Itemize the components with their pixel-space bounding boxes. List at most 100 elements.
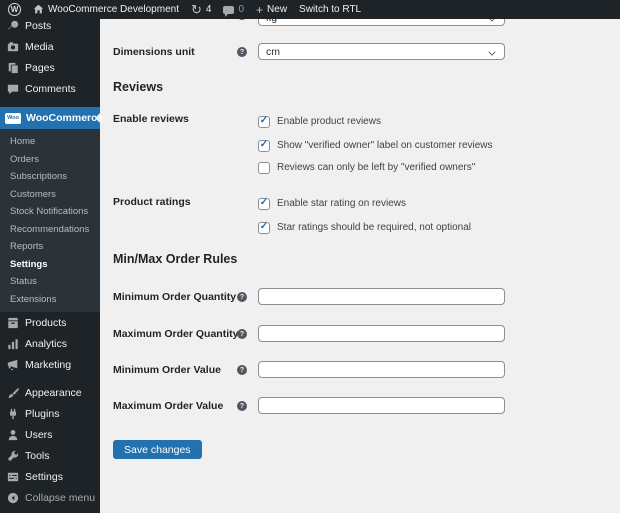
save-changes-button[interactable]: Save changes — [113, 440, 202, 459]
sidebar-item-label: Settings — [25, 471, 63, 483]
home-icon — [33, 4, 44, 15]
comments-count: 0 — [238, 4, 244, 15]
checkbox-label: Reviews can only be left by "verified ow… — [277, 162, 475, 173]
checkbox-icon[interactable] — [258, 140, 270, 152]
checkbox-icon[interactable] — [258, 162, 270, 174]
min-order-quantity-label: Minimum Order Quantity — [113, 291, 236, 303]
help-icon[interactable]: ? — [237, 47, 247, 57]
sidebar-subitem-home[interactable]: Home — [0, 133, 100, 151]
sidebar-item-label: Products — [25, 317, 66, 329]
dimensions-unit-value: cm — [266, 46, 280, 58]
woocommerce-submenu: Home Orders Subscriptions Customers Stoc… — [0, 129, 100, 312]
checkbox-icon[interactable] — [258, 198, 270, 210]
sidebar-item-appearance[interactable]: Appearance — [0, 382, 100, 403]
updates-indicator[interactable]: ↻ 4 — [191, 3, 211, 16]
help-icon[interactable]: ? — [237, 365, 247, 375]
sidebar-item-label: Tools — [25, 450, 50, 462]
chevron-down-icon — [488, 48, 495, 55]
min-order-value-label: Minimum Order Value — [113, 364, 221, 376]
sidebar-item-comments[interactable]: Comments — [0, 78, 100, 99]
dimensions-unit-label: Dimensions unit — [113, 46, 195, 58]
megaphone-icon — [6, 358, 19, 371]
help-icon[interactable]: ? — [237, 329, 247, 339]
sidebar-subitem-customers[interactable]: Customers — [0, 186, 100, 204]
enable-product-reviews-checkbox-row[interactable]: Enable product reviews — [258, 115, 381, 128]
wp-admin-screen: ? kg Dimensions unit ? cm Reviews Enable… — [0, 0, 620, 513]
admin-sidebar: Posts Media Pages Comments Woo WooCommer… — [0, 0, 100, 513]
checkbox-label: Enable star rating on reviews — [277, 198, 406, 209]
sidebar-item-label: Analytics — [25, 338, 67, 350]
sidebar-separator — [0, 375, 100, 382]
bar-chart-icon — [6, 337, 19, 350]
pin-icon — [6, 19, 19, 32]
sidebar-item-label: Posts — [25, 20, 51, 32]
checkbox-icon[interactable] — [258, 222, 270, 234]
sidebar-subitem-recommendations[interactable]: Recommendations — [0, 221, 100, 239]
dimensions-unit-select[interactable]: cm — [258, 43, 505, 60]
sidebar-item-plugins[interactable]: Plugins — [0, 403, 100, 424]
product-ratings-label: Product ratings — [113, 196, 191, 208]
sidebar-subitem-extensions[interactable]: Extensions — [0, 291, 100, 309]
min-order-value-input[interactable] — [258, 361, 505, 378]
comment-icon — [6, 82, 19, 95]
sidebar-item-users[interactable]: Users — [0, 424, 100, 445]
brush-icon — [6, 386, 19, 399]
verified-owners-only-checkbox-row[interactable]: Reviews can only be left by "verified ow… — [258, 161, 475, 174]
new-content-menu[interactable]: + New — [256, 4, 287, 16]
sidebar-item-label: Comments — [25, 83, 76, 95]
sidebar-item-label: Plugins — [25, 408, 59, 420]
updates-count: 4 — [206, 4, 212, 15]
sidebar-subitem-orders[interactable]: Orders — [0, 151, 100, 169]
sidebar-item-pages[interactable]: Pages — [0, 57, 100, 78]
comments-indicator[interactable]: 0 — [223, 4, 244, 15]
sidebar-item-marketing[interactable]: Marketing — [0, 354, 100, 375]
sidebar-item-woocommerce[interactable]: Woo WooCommerce — [0, 107, 100, 129]
max-order-value-label: Maximum Order Value — [113, 400, 223, 412]
star-rating-checkbox-row[interactable]: Enable star rating on reviews — [258, 197, 406, 210]
new-label: New — [267, 4, 287, 15]
reviews-heading: Reviews — [113, 80, 163, 94]
sidebar-separator — [0, 99, 100, 107]
checkbox-label: Star ratings should be required, not opt… — [277, 222, 471, 233]
verified-owner-label-checkbox-row[interactable]: Show "verified owner" label on customer … — [258, 139, 493, 152]
sidebar-item-tools[interactable]: Tools — [0, 445, 100, 466]
wordpress-logo-icon: W — [8, 3, 21, 16]
wordpress-menu[interactable]: W — [8, 3, 21, 16]
sidebar-subitem-reports[interactable]: Reports — [0, 238, 100, 256]
sidebar-item-products[interactable]: Products — [0, 312, 100, 333]
sidebar-item-analytics[interactable]: Analytics — [0, 333, 100, 354]
site-name: WooCommerce Development — [48, 4, 179, 15]
max-order-value-input[interactable] — [258, 397, 505, 414]
min-order-quantity-input[interactable] — [258, 288, 505, 305]
sidebar-item-media[interactable]: Media — [0, 36, 100, 57]
sidebar-subitem-status[interactable]: Status — [0, 273, 100, 291]
checkbox-icon[interactable] — [258, 116, 270, 128]
minmax-order-rules-heading: Min/Max Order Rules — [113, 252, 237, 266]
checkbox-label: Show "verified owner" label on customer … — [277, 140, 493, 151]
sidebar-item-label: Users — [25, 429, 52, 441]
sidebar-item-label: Media — [25, 41, 54, 53]
site-name-link[interactable]: WooCommerce Development — [33, 4, 179, 15]
camera-icon — [6, 40, 19, 53]
sidebar-item-label: WooCommerce — [26, 112, 103, 124]
updates-icon: ↻ — [191, 3, 202, 16]
star-rating-required-checkbox-row[interactable]: Star ratings should be required, not opt… — [258, 221, 471, 234]
max-order-quantity-input[interactable] — [258, 325, 505, 342]
collapse-menu-button[interactable]: Collapse menu — [0, 487, 100, 508]
help-icon[interactable]: ? — [237, 401, 247, 411]
comments-icon — [223, 6, 234, 14]
sidebar-item-label: Collapse menu — [25, 492, 95, 504]
switch-to-rtl-link[interactable]: Switch to RTL — [299, 4, 361, 15]
sliders-icon — [6, 470, 19, 483]
box-icon — [6, 316, 19, 329]
enable-reviews-label: Enable reviews — [113, 113, 189, 125]
collapse-arrow-icon — [6, 491, 19, 504]
sidebar-item-settings[interactable]: Settings — [0, 466, 100, 487]
help-icon[interactable]: ? — [237, 292, 247, 302]
wrench-icon — [6, 449, 19, 462]
sidebar-subitem-stock-notifications[interactable]: Stock Notifications — [0, 203, 100, 221]
sidebar-subitem-settings[interactable]: Settings — [0, 256, 100, 274]
woocommerce-icon: Woo — [5, 113, 21, 124]
checkbox-label: Enable product reviews — [277, 116, 381, 127]
sidebar-subitem-subscriptions[interactable]: Subscriptions — [0, 168, 100, 186]
